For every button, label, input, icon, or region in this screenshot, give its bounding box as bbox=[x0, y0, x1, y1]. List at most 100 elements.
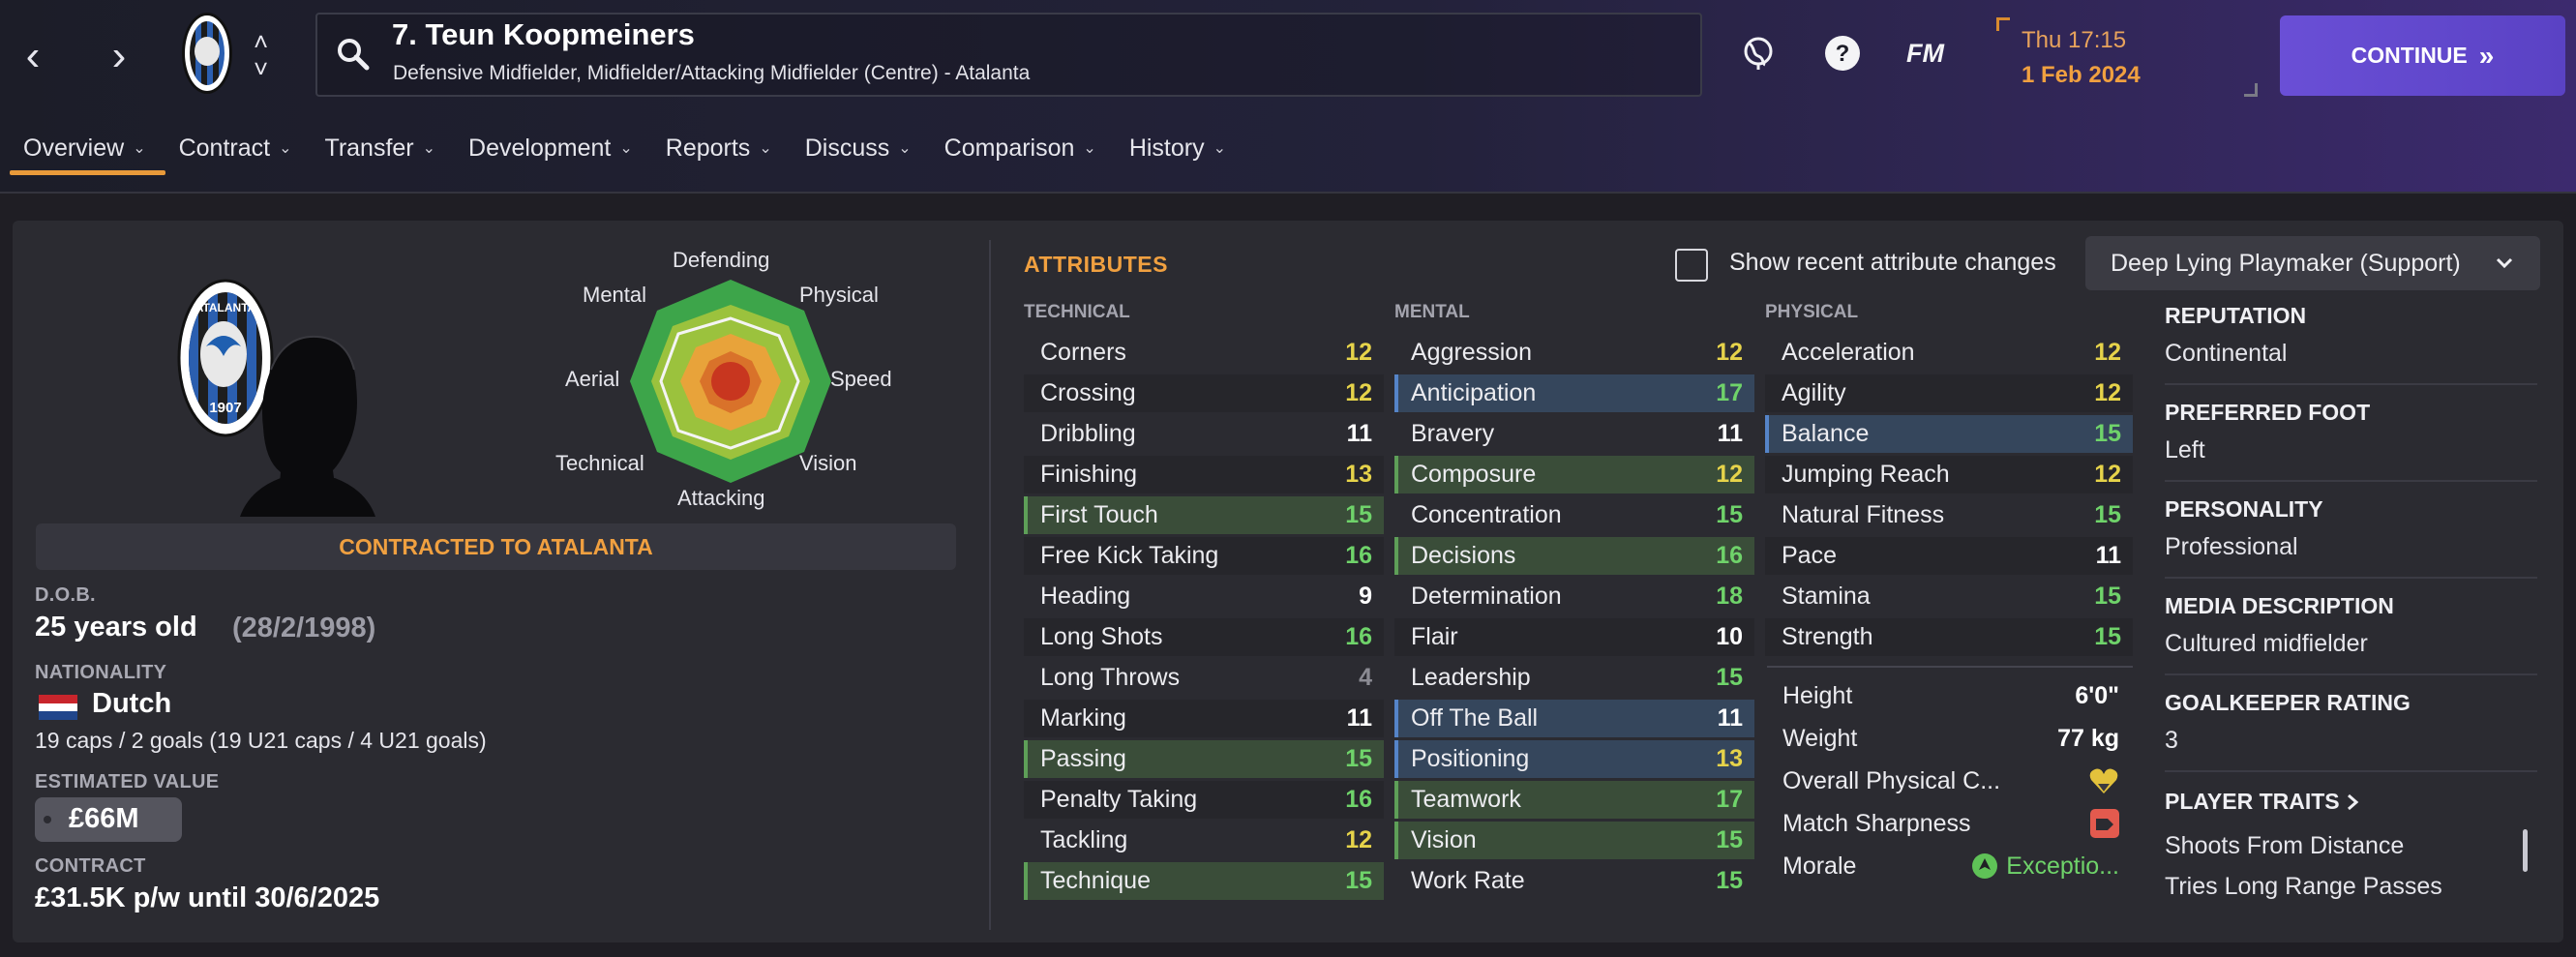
condition-row[interactable]: Overall Physical C... bbox=[1767, 762, 2135, 800]
radar-label-technical: Technical bbox=[555, 451, 644, 475]
attribute-row[interactable]: Agility 12 bbox=[1765, 374, 2133, 412]
divider bbox=[2165, 770, 2537, 772]
divider bbox=[1767, 666, 2133, 668]
attribute-row[interactable]: Teamwork 17 bbox=[1394, 781, 1754, 819]
tab-history[interactable]: History ⌄ bbox=[1129, 124, 1226, 172]
forward-arrow-icon[interactable]: › bbox=[100, 27, 138, 85]
attribute-row[interactable]: Dribbling 11 bbox=[1024, 415, 1384, 453]
attribute-row[interactable]: Determination 18 bbox=[1394, 578, 1754, 615]
tab-transfer[interactable]: Transfer ⌄ bbox=[324, 124, 435, 172]
contract-status-banner[interactable]: CONTRACTED TO ATALANTA bbox=[36, 523, 956, 570]
attribute-row[interactable]: Free Kick Taking 16 bbox=[1024, 537, 1384, 575]
attribute-row[interactable]: Penalty Taking 16 bbox=[1024, 781, 1384, 819]
date-display[interactable]: Thu 17:15 1 Feb 2024 bbox=[1996, 17, 2258, 97]
continue-button[interactable]: CONTINUE » bbox=[2280, 15, 2565, 96]
divider bbox=[0, 192, 2576, 194]
search-icon[interactable] bbox=[336, 37, 371, 72]
chevron-right-icon bbox=[2347, 793, 2358, 810]
attribute-row[interactable]: Pace 11 bbox=[1765, 537, 2133, 575]
globe-icon[interactable] bbox=[1740, 35, 1777, 72]
scrollbar[interactable] bbox=[2523, 829, 2528, 872]
chevron-up-icon[interactable]: ˄ bbox=[254, 29, 268, 54]
tab-contract[interactable]: Contract ⌄ bbox=[179, 124, 292, 172]
attribute-row[interactable]: Tackling 12 bbox=[1024, 822, 1384, 859]
attribute-row[interactable]: Marking 11 bbox=[1024, 700, 1384, 737]
attribute-row[interactable]: Natural Fitness 15 bbox=[1765, 496, 2133, 534]
attribute-row[interactable]: Technique 15 bbox=[1024, 862, 1384, 900]
value-tag[interactable]: £66M bbox=[35, 797, 182, 842]
preferred-foot-label: PREFERRED FOOT bbox=[2165, 400, 2371, 425]
attribute-row[interactable]: Long Shots 16 bbox=[1024, 618, 1384, 656]
attribute-row[interactable]: Leadership 15 bbox=[1394, 659, 1754, 697]
radar-label-speed: Speed bbox=[830, 367, 892, 391]
attribute-row[interactable]: Off The Ball 11 bbox=[1394, 700, 1754, 737]
attribute-row[interactable]: Positioning 13 bbox=[1394, 740, 1754, 778]
nationality-label: NATIONALITY bbox=[35, 662, 167, 683]
role-dropdown[interactable]: Deep Lying Playmaker (Support) bbox=[2085, 236, 2540, 290]
attribute-row[interactable]: Long Throws 4 bbox=[1024, 659, 1384, 697]
chevron-down-icon: ⌄ bbox=[1213, 140, 1227, 157]
dob-label: D.O.B. bbox=[35, 584, 96, 606]
trait-item: Tries Long Range Passes bbox=[2165, 873, 2442, 900]
attribute-row[interactable]: Jumping Reach 12 bbox=[1765, 456, 2133, 493]
caps-value: 19 caps / 2 goals (19 U21 caps / 4 U21 g… bbox=[35, 728, 487, 753]
attribute-row[interactable]: Crossing 12 bbox=[1024, 374, 1384, 412]
tab-development[interactable]: Development ⌄ bbox=[468, 124, 633, 172]
attribute-row[interactable]: Concentration 15 bbox=[1394, 496, 1754, 534]
mental-header: MENTAL bbox=[1394, 302, 1470, 322]
netherlands-flag-icon[interactable] bbox=[39, 695, 77, 720]
attribute-row[interactable]: Heading 9 bbox=[1024, 578, 1384, 615]
attribute-row[interactable]: Bravery 11 bbox=[1394, 415, 1754, 453]
weight-row: Weight 77 kg bbox=[1782, 724, 2119, 752]
attribute-row[interactable]: Finishing 13 bbox=[1024, 456, 1384, 493]
attribute-row[interactable]: Balance 15 bbox=[1765, 415, 2133, 453]
attribute-row[interactable]: Anticipation 17 bbox=[1394, 374, 1754, 412]
chevron-down-icon: ⌄ bbox=[619, 140, 633, 157]
attribute-row[interactable]: Corners 12 bbox=[1024, 334, 1384, 372]
attribute-row[interactable]: Stamina 15 bbox=[1765, 578, 2133, 615]
tab-overview[interactable]: Overview ⌄ bbox=[23, 124, 146, 172]
radar-label-vision: Vision bbox=[799, 451, 857, 475]
attribute-row[interactable]: Vision 15 bbox=[1394, 822, 1754, 859]
contract-value: £31.5K p/w until 30/6/2025 bbox=[35, 882, 380, 913]
chevron-down-icon[interactable]: ˅ bbox=[254, 56, 268, 81]
current-time: Thu 17:15 bbox=[2022, 27, 2127, 53]
attribute-row[interactable]: First Touch 15 bbox=[1024, 496, 1384, 534]
divider bbox=[2165, 673, 2537, 675]
show-changes-label[interactable]: Show recent attribute changes bbox=[1729, 249, 2056, 277]
reputation-label: REPUTATION bbox=[2165, 303, 2307, 328]
tab-comparison[interactable]: Comparison ⌄ bbox=[944, 124, 1096, 172]
club-crest-icon[interactable] bbox=[182, 13, 232, 94]
tag-icon bbox=[44, 816, 51, 823]
attribute-row[interactable]: Composure 12 bbox=[1394, 456, 1754, 493]
back-arrow-icon[interactable]: ‹ bbox=[14, 27, 52, 85]
sharpness-row[interactable]: Match Sharpness bbox=[1767, 804, 2135, 843]
attribute-row[interactable]: Decisions 16 bbox=[1394, 537, 1754, 575]
column-divider bbox=[989, 240, 991, 930]
estimated-value: £66M bbox=[69, 803, 139, 834]
player-traits-link[interactable]: PLAYER TRAITS bbox=[2165, 789, 2359, 815]
radar-label-defending: Defending bbox=[673, 248, 770, 272]
show-changes-checkbox[interactable] bbox=[1675, 249, 1708, 282]
tab-discuss[interactable]: Discuss ⌄ bbox=[805, 124, 912, 172]
help-icon[interactable]: ? bbox=[1824, 35, 1861, 72]
attribute-row[interactable]: Passing 15 bbox=[1024, 740, 1384, 778]
goalkeeper-rating-value: 3 bbox=[2165, 727, 2178, 754]
media-description-value: Cultured midfielder bbox=[2165, 630, 2368, 657]
tab-reports[interactable]: Reports ⌄ bbox=[666, 124, 772, 172]
fm-menu-icon[interactable]: FM bbox=[1906, 39, 1944, 69]
attribute-row[interactable]: Strength 15 bbox=[1765, 618, 2133, 656]
personality-label: PERSONALITY bbox=[2165, 496, 2323, 522]
nationality-value[interactable]: Dutch bbox=[92, 688, 171, 720]
attribute-row[interactable]: Work Rate 15 bbox=[1394, 862, 1754, 900]
heart-icon bbox=[2089, 768, 2118, 793]
morale-row[interactable]: Morale Exceptio... bbox=[1767, 847, 2135, 885]
height-row: Height 6'0" bbox=[1782, 681, 2119, 709]
player-silhouette bbox=[240, 335, 375, 517]
current-date: 1 Feb 2024 bbox=[2022, 62, 2141, 88]
attribute-row[interactable]: Acceleration 12 bbox=[1765, 334, 2133, 372]
age-value: 25 years old bbox=[35, 612, 197, 643]
attribute-row[interactable]: Flair 10 bbox=[1394, 618, 1754, 656]
radar-label-aerial: Aerial bbox=[565, 367, 620, 391]
attribute-row[interactable]: Aggression 12 bbox=[1394, 334, 1754, 372]
